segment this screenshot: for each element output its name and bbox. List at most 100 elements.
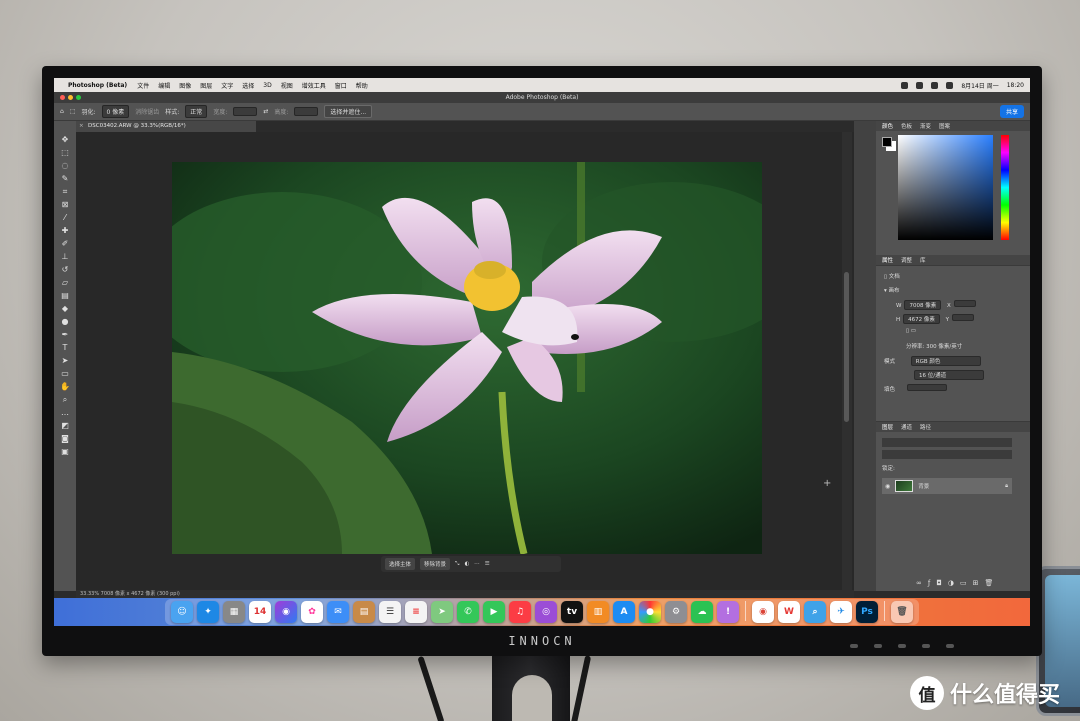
layer-filter-select[interactable] <box>882 438 1012 447</box>
lasso-tool-icon[interactable]: ◌ <box>59 161 71 170</box>
canvas-x-field[interactable] <box>953 300 976 307</box>
music-icon[interactable]: ♫ <box>509 601 531 623</box>
menu-view[interactable]: 视图 <box>281 81 293 90</box>
monitor-button[interactable] <box>946 644 954 648</box>
settings-slider-icon[interactable]: ☰ <box>485 561 490 567</box>
width-input[interactable] <box>233 107 258 116</box>
tab-properties[interactable]: 属性 <box>882 256 893 264</box>
blend-mode-select[interactable] <box>882 450 1012 459</box>
wps-icon[interactable]: W <box>778 601 800 623</box>
zoom-tool-icon[interactable]: ⌕ <box>59 395 71 404</box>
minimize-window-button[interactable] <box>68 95 73 100</box>
landscape-icon[interactable]: ▭ <box>911 328 916 334</box>
monitor-button[interactable] <box>898 644 906 648</box>
lark-icon[interactable]: ✈ <box>830 601 852 623</box>
tab-adjustments[interactable]: 调整 <box>901 256 912 264</box>
adjust-icon[interactable]: ◐ <box>464 561 469 567</box>
tab-swatches[interactable]: 色板 <box>901 122 912 130</box>
finder-icon[interactable]: ☺ <box>171 601 193 623</box>
tab-paths[interactable]: 路径 <box>920 423 931 431</box>
select-and-mask-button[interactable]: 选择并遮住... <box>324 105 373 118</box>
chevron-down-icon[interactable]: ▾ <box>884 288 887 294</box>
appstore-icon[interactable]: A <box>613 601 635 623</box>
marquee-tool-icon[interactable]: ⬚ <box>59 148 71 157</box>
fx-icon[interactable]: ƒ <box>928 579 930 587</box>
wifi-icon[interactable] <box>931 81 939 89</box>
mail-icon[interactable]: ✉ <box>327 601 349 623</box>
new-layer-icon[interactable]: ⊞ <box>973 579 979 587</box>
menu-plugins[interactable]: 增效工具 <box>302 81 326 90</box>
wechat-icon[interactable]: ☁ <box>691 601 713 623</box>
photoshop-icon[interactable]: Ps <box>856 601 878 623</box>
path-select-tool-icon[interactable]: ➤ <box>59 356 71 365</box>
document-tab[interactable]: × DSC03402.ARW @ 33.3%(RGB/16*) <box>76 121 256 132</box>
eyedropper-tool-icon[interactable]: ⁄ <box>59 213 71 222</box>
style-select[interactable]: 正常 <box>185 105 208 118</box>
trash-icon[interactable]: 🗑︎ <box>984 579 993 587</box>
more-tools-icon[interactable]: … <box>59 408 71 417</box>
tab-libraries[interactable]: 库 <box>920 256 926 264</box>
share-button[interactable]: 共享 <box>999 105 1024 118</box>
antialias-checkbox[interactable]: 消除锯齿 <box>135 107 159 116</box>
mask-icon[interactable]: ◘ <box>936 579 942 587</box>
facetime-icon[interactable]: ▶ <box>483 601 505 623</box>
home-icon[interactable]: ⌂ <box>60 108 64 115</box>
status-icon[interactable] <box>901 81 909 89</box>
menu-window[interactable]: 窗口 <box>335 81 347 90</box>
menu-layer[interactable]: 图层 <box>200 81 212 90</box>
history-brush-tool-icon[interactable]: ↺ <box>59 265 71 274</box>
menu-select[interactable]: 选择 <box>242 81 254 90</box>
battery-icon[interactable] <box>946 81 954 89</box>
healing-brush-tool-icon[interactable]: ✚ <box>59 226 71 235</box>
calendar-list-icon[interactable]: ≡ <box>405 601 427 623</box>
hue-slider[interactable] <box>1001 135 1009 240</box>
color-picker-field[interactable] <box>898 135 993 240</box>
canvas-y-field[interactable] <box>952 314 975 321</box>
screen-mode-icon[interactable]: ▣ <box>59 447 71 456</box>
scrollbar-thumb[interactable] <box>844 272 849 422</box>
monitor-button[interactable] <box>922 644 930 648</box>
menu-type[interactable]: 文字 <box>221 81 233 90</box>
foreground-color-swatch[interactable] <box>882 137 892 147</box>
canvas-vertical-scrollbar[interactable] <box>842 132 852 590</box>
appletv-icon[interactable]: tv <box>561 601 583 623</box>
hand-tool-icon[interactable]: ✋ <box>59 382 71 391</box>
monitor-button[interactable] <box>874 644 882 648</box>
podcasts-icon[interactable]: ◎ <box>535 601 557 623</box>
tab-patterns[interactable]: 图案 <box>939 122 950 130</box>
link-icon[interactable]: ∞ <box>916 579 922 587</box>
menu-image[interactable]: 图像 <box>179 81 191 90</box>
menubar-date[interactable]: 8月14日 周一 <box>961 81 998 90</box>
eraser-tool-icon[interactable]: ▱ <box>59 278 71 287</box>
status-icon[interactable] <box>916 81 924 89</box>
remove-background-button[interactable]: 移除背景 <box>420 558 451 570</box>
adjustment-layer-icon[interactable]: ◑ <box>948 579 954 587</box>
books-icon[interactable]: ▥ <box>587 601 609 623</box>
canvas-height-field[interactable]: 4672 像素 <box>903 314 940 324</box>
type-tool-icon[interactable]: T <box>59 343 71 352</box>
preview-icon[interactable]: ⌕ <box>804 601 826 623</box>
more-icon[interactable]: ⋯ <box>474 561 480 567</box>
swap-icon[interactable]: ⇄ <box>263 108 268 115</box>
menubar-time[interactable]: 18:20 <box>1007 82 1024 89</box>
feather-input[interactable]: 0 像素 <box>101 105 130 118</box>
fill-select[interactable] <box>906 384 947 391</box>
pen-tool-icon[interactable]: ✒ <box>59 330 71 339</box>
transform-icon[interactable]: ⤡ <box>455 561 459 568</box>
safari-icon[interactable]: ✦ <box>197 601 219 623</box>
close-window-button[interactable] <box>60 95 65 100</box>
blur-tool-icon[interactable]: ◆ <box>59 304 71 313</box>
siri-icon[interactable]: ◉ <box>275 601 297 623</box>
group-icon[interactable]: ▭ <box>960 579 967 587</box>
maps-icon[interactable]: ➤ <box>431 601 453 623</box>
shape-tool-icon[interactable]: ▭ <box>59 369 71 378</box>
menu-app-name[interactable]: Photoshop (Beta) <box>68 82 127 89</box>
messages-icon[interactable]: ✆ <box>457 601 479 623</box>
lotus-photo[interactable] <box>172 162 762 554</box>
monitor-button[interactable] <box>850 644 858 648</box>
brush-tool-icon[interactable]: ✐ <box>59 239 71 248</box>
canvas-width-field[interactable]: 7008 像素 <box>904 300 942 310</box>
layer-row-background[interactable]: ◉ 背景 🔒︎ <box>882 478 1012 494</box>
select-subject-button[interactable]: 选择主体 <box>385 558 416 570</box>
frame-tool-icon[interactable]: ⊠ <box>59 200 71 209</box>
